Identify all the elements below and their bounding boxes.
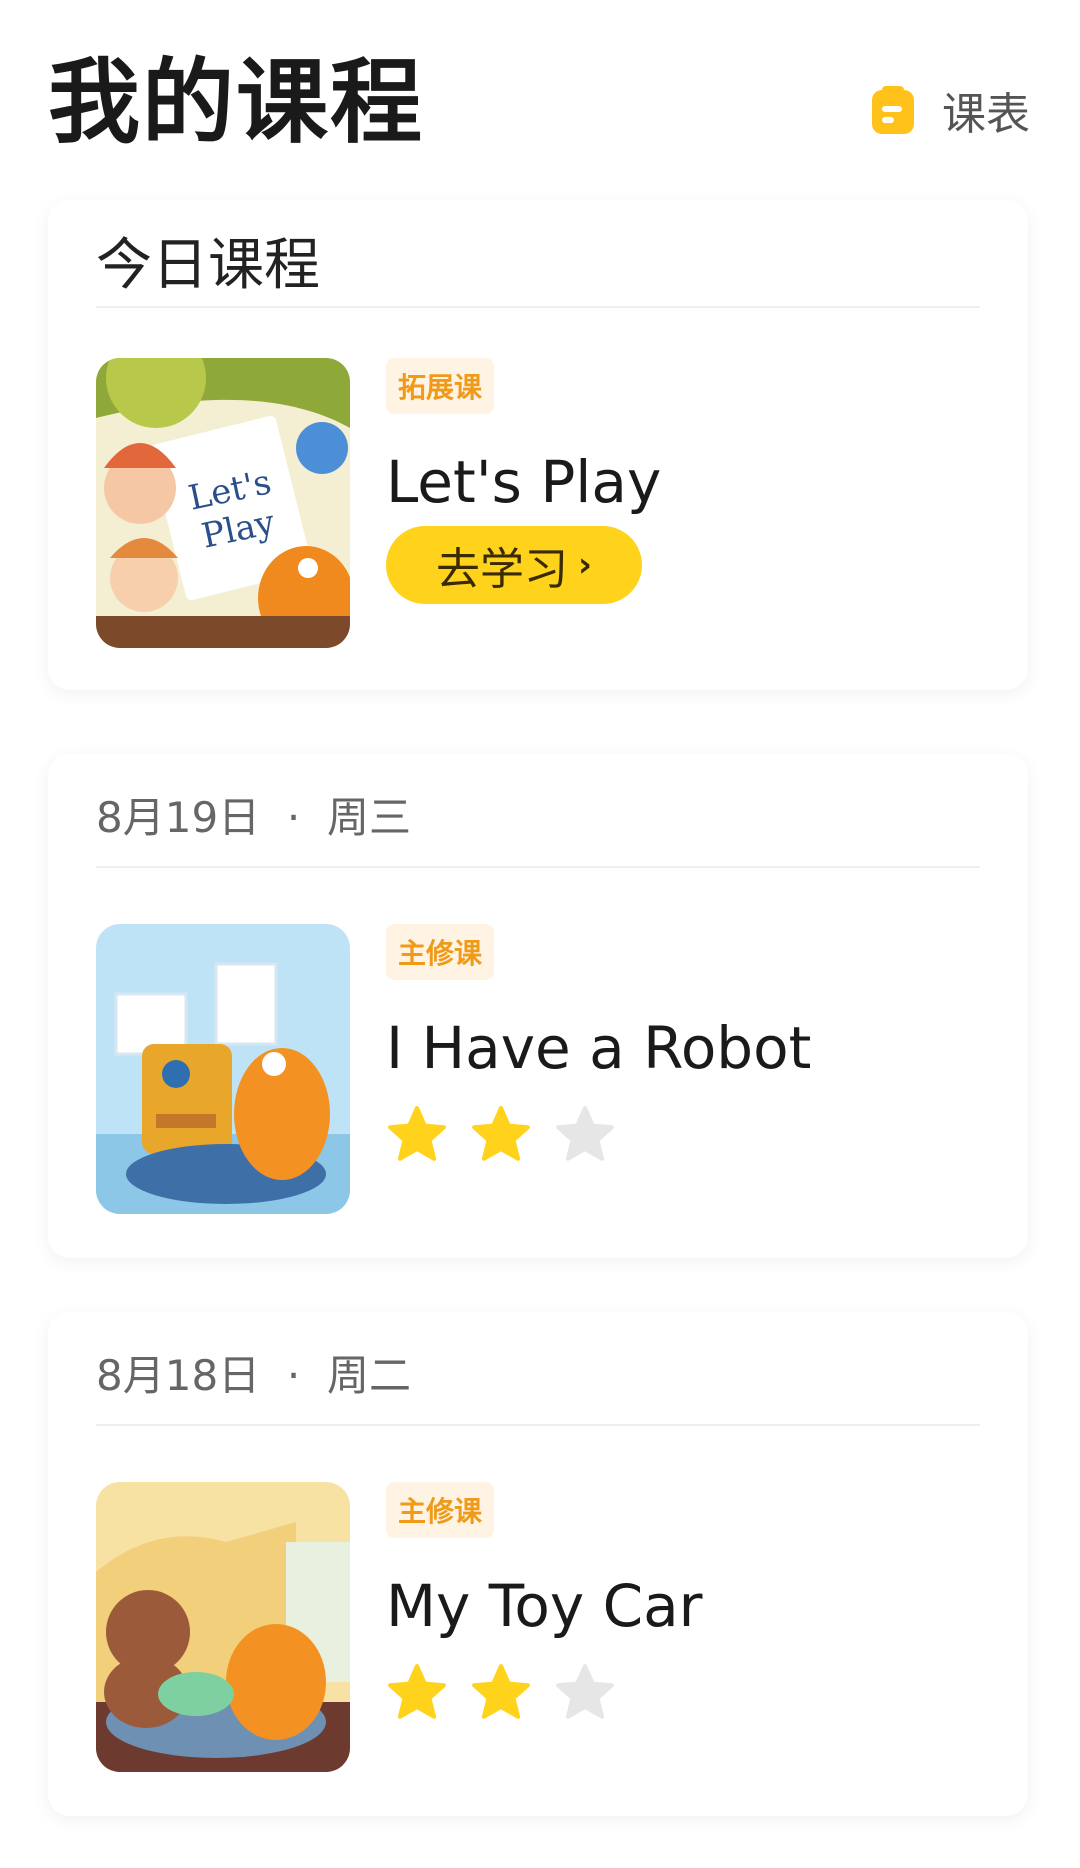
today-card: 今日课程 Let's Play 拓展课 Let's Play 去学习 › [48, 200, 1028, 690]
schedule-label: 课表 [942, 89, 1030, 140]
lesson-thumbnail [96, 1482, 350, 1772]
lesson-title: I Have a Robot [386, 1014, 812, 1082]
header: 我的课程 课表 [0, 0, 1080, 200]
lesson-tag: 主修课 [386, 924, 495, 980]
section-title: 今日课程 [96, 233, 320, 298]
go-study-button[interactable]: 去学习 › [386, 526, 642, 604]
page-title: 我的课程 [48, 49, 425, 156]
lesson-thumbnail: Let's Play [96, 358, 350, 648]
star-filled-icon [388, 1664, 446, 1719]
calendar-icon [870, 84, 916, 136]
star-filled-icon [472, 1106, 530, 1161]
today-card-header: 今日课程 [96, 200, 980, 308]
history-card-aug19: 8月19日 · 周三 主修课 I Have a Robot [48, 754, 1028, 1258]
history-card-header: 8月19日 · 周三 [96, 754, 980, 868]
star-empty-icon [556, 1106, 614, 1161]
lesson-item-toy-car[interactable]: 主修课 My Toy Car [96, 1482, 980, 1772]
star-rating [386, 1662, 616, 1724]
weekday: 周三 [326, 793, 411, 842]
star-filled-icon [388, 1106, 446, 1161]
lesson-item-lets-play[interactable]: Let's Play 拓展课 Let's Play 去学习 › [96, 358, 980, 648]
lesson-title: Let's Play [386, 448, 662, 516]
star-filled-icon [472, 1664, 530, 1719]
lesson-title: My Toy Car [386, 1572, 703, 1640]
star-rating [386, 1104, 616, 1166]
date: 8月19日 [96, 793, 261, 842]
date-label: 8月18日 · 周二 [96, 1351, 411, 1400]
history-card-header: 8月18日 · 周二 [96, 1312, 980, 1426]
weekday: 周二 [326, 1351, 411, 1400]
date: 8月18日 [96, 1351, 261, 1400]
chevron-right-icon: › [577, 545, 592, 585]
history-card-aug18: 8月18日 · 周二 主修课 My Toy Car [48, 1312, 1028, 1816]
lesson-thumbnail [96, 924, 350, 1214]
go-study-label: 去学习 [435, 544, 568, 595]
date-label: 8月19日 · 周三 [96, 793, 411, 842]
schedule-button[interactable]: 课表 [870, 80, 1030, 140]
lesson-tag: 拓展课 [386, 358, 495, 414]
star-empty-icon [556, 1664, 614, 1719]
lesson-tag: 主修课 [386, 1482, 495, 1538]
lesson-item-robot[interactable]: 主修课 I Have a Robot [96, 924, 980, 1214]
